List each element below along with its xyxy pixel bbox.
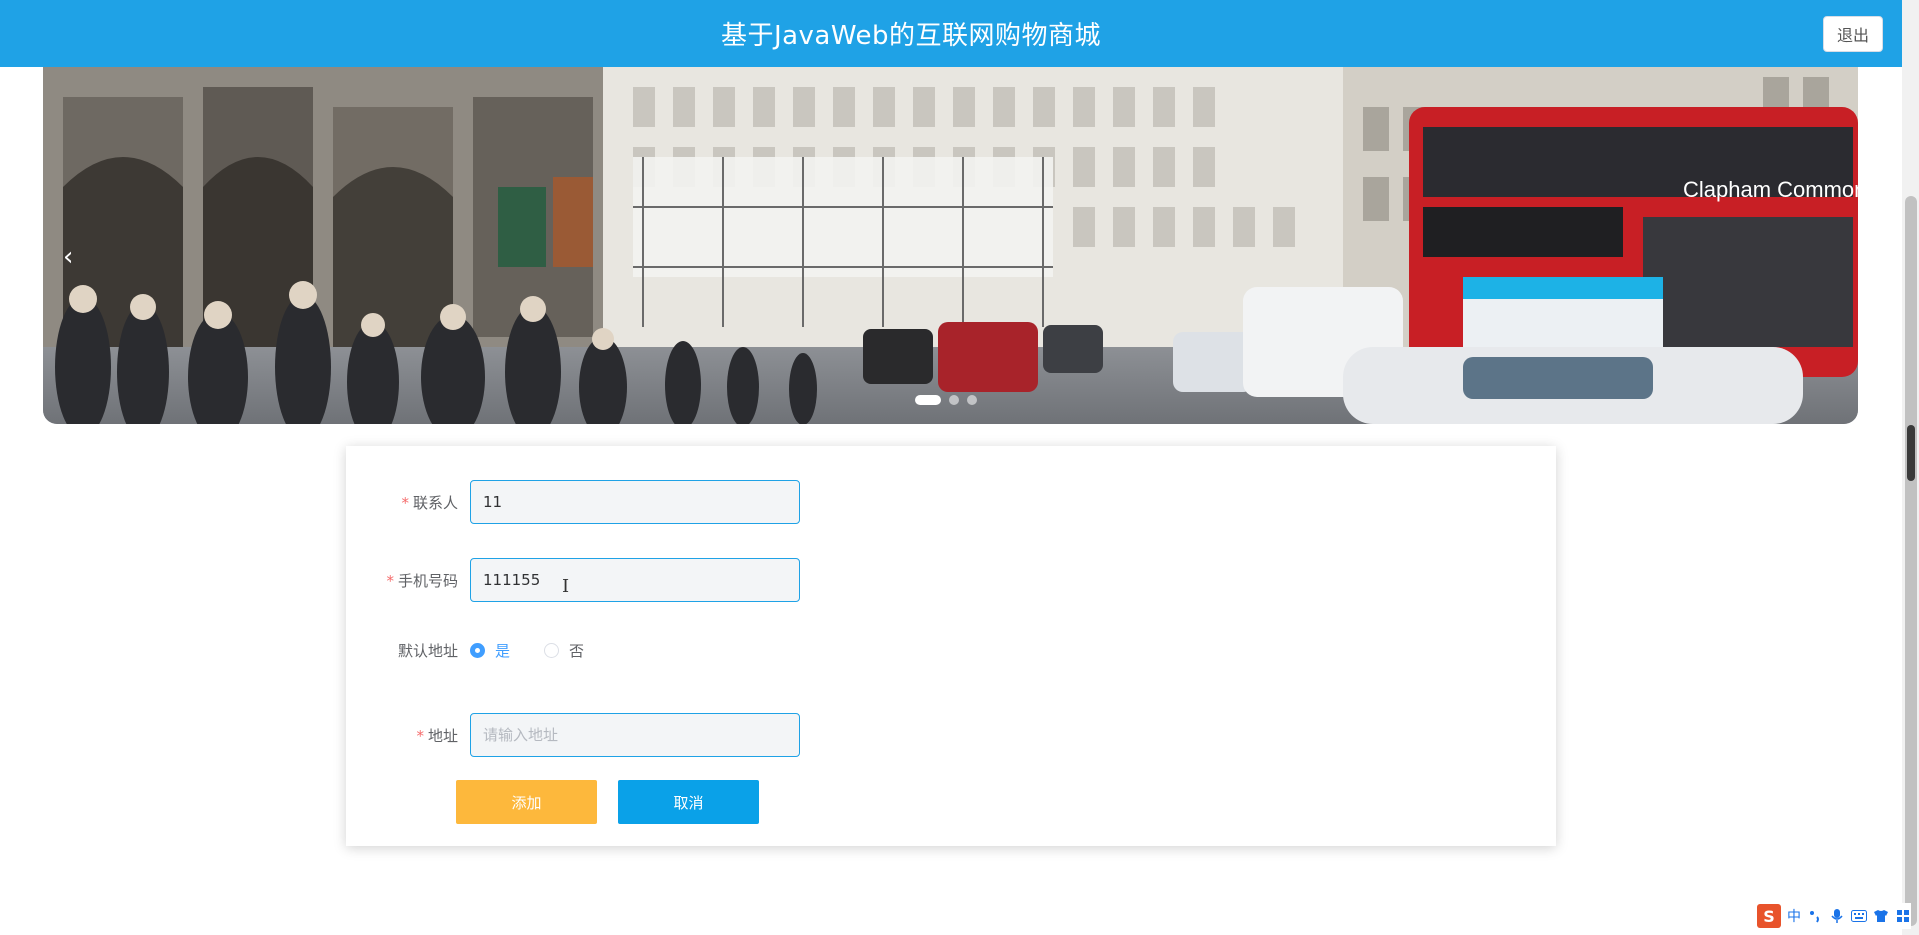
- sogou-logo-icon[interactable]: S: [1757, 904, 1781, 928]
- default-address-radio-group: 是 否: [470, 640, 584, 661]
- ime-language-toggle[interactable]: 中: [1787, 906, 1801, 926]
- required-mark: *: [416, 726, 424, 745]
- contact-label-text: 联系人: [412, 493, 458, 512]
- address-input[interactable]: [470, 713, 800, 757]
- phone-input[interactable]: [470, 558, 800, 602]
- banner-carousel: Clapham Common 88: [43, 67, 1858, 424]
- address-row: * 地址: [346, 713, 800, 757]
- radio-no-label: 否: [569, 642, 585, 660]
- radio-unchecked-icon: [544, 643, 560, 658]
- svg-text:Clapham Common 88: Clapham Common 88: [1683, 177, 1858, 202]
- banner-image: Clapham Common 88: [43, 67, 1858, 424]
- contact-input[interactable]: [470, 480, 800, 524]
- cancel-button[interactable]: 取消: [618, 780, 759, 824]
- contact-label: * 联系人: [346, 492, 470, 513]
- radio-checked-icon: [470, 643, 485, 658]
- carousel-indicators: [915, 395, 977, 405]
- site-title: 基于JavaWeb的互联网购物商城: [720, 21, 1102, 51]
- phone-row: * 手机号码: [346, 558, 800, 602]
- microphone-icon[interactable]: [1829, 908, 1845, 924]
- logout-button[interactable]: 退出: [1823, 16, 1883, 52]
- radio-no[interactable]: 否: [544, 640, 584, 661]
- top-header: 基于JavaWeb的互联网购物商城 退出: [0, 0, 1902, 67]
- add-button[interactable]: 添加: [456, 780, 597, 824]
- text-cursor-icon: I: [562, 576, 570, 597]
- page-scrollbar[interactable]: [1902, 0, 1919, 935]
- chevron-left-icon[interactable]: ‹: [63, 242, 73, 272]
- grid-icon[interactable]: [1895, 908, 1911, 924]
- skin-icon[interactable]: [1873, 908, 1889, 924]
- contact-row: * 联系人: [346, 480, 800, 524]
- required-mark: *: [401, 493, 409, 512]
- radio-yes-label: 是: [495, 642, 511, 660]
- address-form: *联系人 *手机号码 默认地址 是 否 *地址 添加 取消: [346, 446, 1556, 846]
- required-mark: *: [386, 571, 394, 590]
- address-label: * 地址: [346, 725, 470, 746]
- default-address-row: 默认地址 是 否: [346, 640, 584, 661]
- radio-yes[interactable]: 是: [470, 640, 510, 661]
- scrollbar-thumb[interactable]: [1905, 196, 1917, 926]
- address-label-text: 地址: [427, 726, 458, 745]
- scroll-position-marker: [1907, 425, 1915, 481]
- carousel-dot[interactable]: [949, 395, 959, 405]
- carousel-dot[interactable]: [915, 395, 941, 405]
- ime-toolbar: S 中: [1757, 903, 1911, 929]
- default-address-label: 默认地址: [397, 642, 458, 660]
- punctuation-icon[interactable]: [1807, 908, 1823, 924]
- keyboard-icon[interactable]: [1851, 908, 1867, 924]
- carousel-dot[interactable]: [967, 395, 977, 405]
- phone-label-text: 手机号码: [397, 571, 458, 590]
- phone-label: * 手机号码: [346, 570, 470, 591]
